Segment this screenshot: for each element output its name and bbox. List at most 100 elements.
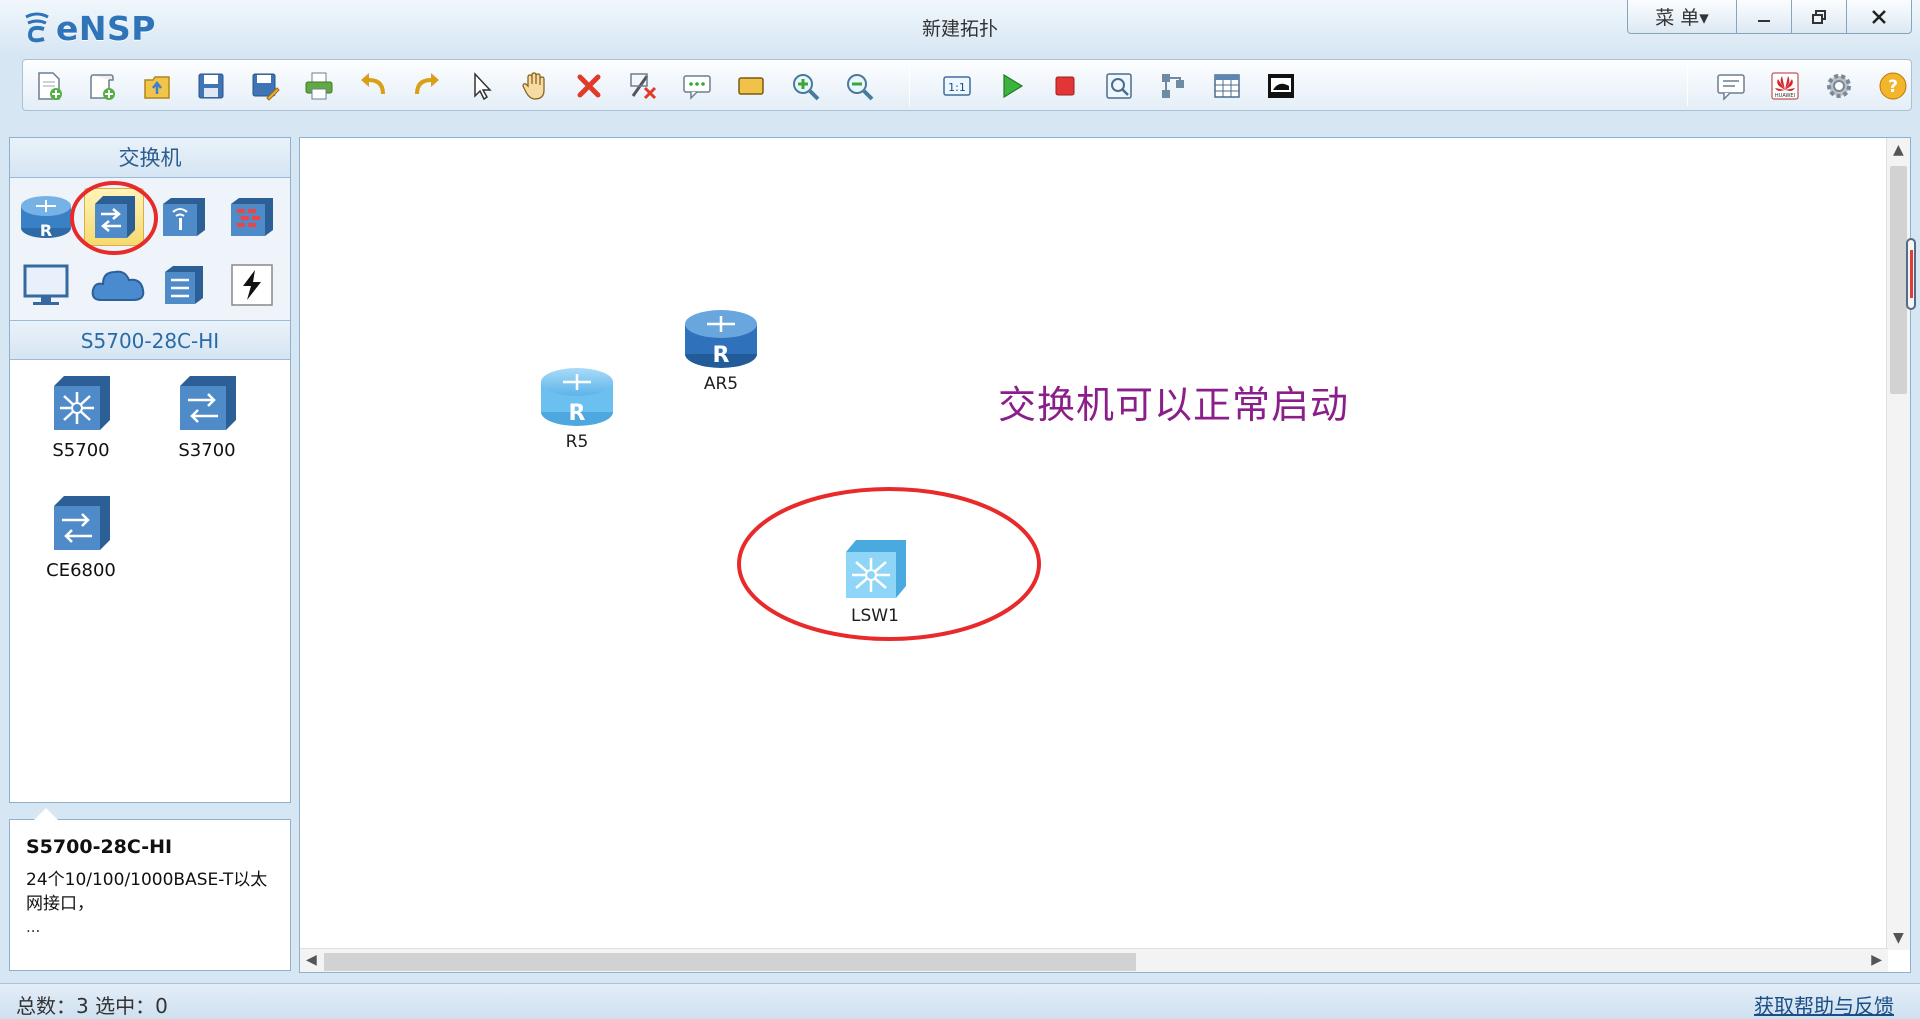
- device-ar5[interactable]: R AR5: [680, 304, 762, 394]
- canvas-annotation-text[interactable]: 交换机可以正常启动: [998, 374, 1349, 429]
- device-model-list: S5700 S3700 CE6800: [10, 360, 290, 802]
- start-devices-button[interactable]: [993, 68, 1029, 104]
- category-cloud[interactable]: [88, 256, 148, 314]
- scroll-left-icon[interactable]: ◀: [306, 952, 317, 968]
- model-section-title: S5700-28C-HI: [10, 320, 290, 360]
- router-r5-icon: R: [541, 368, 613, 426]
- model-ce6800[interactable]: CE6800: [26, 492, 136, 581]
- undo-button[interactable]: [355, 68, 391, 104]
- scroll-up-icon[interactable]: ▲: [1893, 142, 1904, 158]
- rectangle-icon: [738, 77, 764, 95]
- toolbar-separator: [909, 66, 910, 106]
- topology-canvas[interactable]: R R5 R AR5 LSW1 交换机可以正常启动 ▲ ▼ ◀ ▶: [299, 137, 1911, 973]
- vertical-scroll-thumb[interactable]: [1890, 166, 1907, 394]
- device-label: LSW1: [851, 606, 899, 626]
- category-wireless[interactable]: [154, 188, 214, 246]
- new-topology-icon: [38, 72, 62, 100]
- horizontal-scroll-thumb[interactable]: [324, 953, 1136, 971]
- menu-button[interactable]: 菜 单▾: [1627, 0, 1737, 34]
- open-button[interactable]: [139, 68, 175, 104]
- horizontal-scrollbar[interactable]: ◀ ▶: [300, 948, 1888, 972]
- model-label: S3700: [178, 440, 236, 461]
- router-icon: R: [21, 196, 71, 240]
- model-label: S5700: [52, 440, 110, 461]
- info-title: S5700-28C-HI: [26, 836, 173, 858]
- pc-terminal-icon: [23, 264, 69, 305]
- category-switch[interactable]: [84, 188, 144, 246]
- device-r5[interactable]: R R5: [536, 362, 618, 452]
- info-pointer: [34, 808, 58, 820]
- zoom-out-button[interactable]: [841, 68, 877, 104]
- new-lab-icon: [90, 74, 115, 100]
- status-bar: 总数：3 选中：0 获取帮助与反馈: [0, 983, 1920, 1019]
- s3700-switch-icon: [180, 376, 236, 430]
- category-terminal[interactable]: [16, 256, 76, 314]
- category-connection[interactable]: [222, 256, 282, 314]
- topology-button[interactable]: [1155, 68, 1191, 104]
- rectangle-button[interactable]: [733, 68, 769, 104]
- model-s5700[interactable]: S5700: [26, 372, 136, 461]
- undo-icon: [361, 73, 385, 95]
- router-ar5-icon: R: [685, 310, 757, 368]
- settings-icon: [1827, 74, 1851, 98]
- minimize-icon: [1758, 19, 1770, 22]
- zoom-out-icon: [847, 74, 874, 101]
- huawei-icon: HUAWEI: [1771, 72, 1799, 100]
- device-label: R5: [565, 432, 589, 452]
- settings-button[interactable]: [1821, 68, 1857, 104]
- category-router[interactable]: R: [16, 188, 76, 246]
- switch-icon: [95, 196, 135, 238]
- device-category-grid: R: [10, 178, 290, 320]
- new-topology-button[interactable]: [31, 68, 67, 104]
- category-firewall[interactable]: [222, 188, 282, 246]
- info-description: 24个10/100/1000BASE-T以太网接口，: [26, 870, 268, 914]
- save-as-button[interactable]: [247, 68, 283, 104]
- cloud-icon: [91, 270, 145, 301]
- feedback-icon: [1717, 74, 1745, 101]
- save-icon: [198, 73, 224, 99]
- side-panel-handle[interactable]: [1906, 238, 1916, 310]
- device-lsw1[interactable]: LSW1: [834, 536, 916, 626]
- help-feedback-link[interactable]: 获取帮助与反馈: [1754, 990, 1894, 1019]
- main-toolbar: 1:1 HUAWEI ?: [22, 59, 1912, 111]
- text-annotation-button[interactable]: [679, 68, 715, 104]
- huawei-button[interactable]: HUAWEI: [1767, 68, 1803, 104]
- delete-link-button[interactable]: [625, 68, 661, 104]
- print-button[interactable]: [301, 68, 337, 104]
- wireless-icon: [163, 198, 205, 236]
- fit-view-button[interactable]: 1:1: [939, 68, 975, 104]
- capture-button[interactable]: [1101, 68, 1137, 104]
- grid-button[interactable]: [1209, 68, 1245, 104]
- select-button[interactable]: [463, 68, 499, 104]
- help-icon: ?: [1879, 72, 1907, 100]
- help-button[interactable]: ?: [1875, 68, 1911, 104]
- lightning-cable-icon: [231, 264, 273, 306]
- pan-hand-button[interactable]: [517, 68, 553, 104]
- minimize-button[interactable]: [1736, 0, 1792, 34]
- s5700-switch-icon: [54, 376, 110, 430]
- start-devices-icon: [1003, 73, 1024, 99]
- status-counts: 总数：3 选中：0: [16, 994, 168, 1018]
- display-button[interactable]: [1263, 68, 1299, 104]
- scroll-down-icon[interactable]: ▼: [1893, 930, 1904, 946]
- zoom-in-button[interactable]: [787, 68, 823, 104]
- svg-text:HUAWEI: HUAWEI: [1775, 93, 1795, 99]
- device-info-box: S5700-28C-HI 24个10/100/1000BASE-T以太网接口， …: [9, 808, 291, 971]
- delete-icon: [577, 74, 601, 98]
- category-other-device[interactable]: [154, 256, 214, 314]
- redo-button[interactable]: [409, 68, 445, 104]
- restore-button[interactable]: [1791, 0, 1847, 34]
- scroll-right-icon[interactable]: ▶: [1871, 952, 1882, 968]
- new-lab-button[interactable]: [85, 68, 121, 104]
- firewall-icon: [231, 198, 273, 236]
- switch-lsw1-icon: [846, 540, 906, 598]
- feedback-button[interactable]: [1713, 68, 1749, 104]
- svg-text:R: R: [569, 401, 586, 426]
- hub-icon: [165, 266, 203, 304]
- delete-button[interactable]: [571, 68, 607, 104]
- save-button[interactable]: [193, 68, 229, 104]
- stop-devices-button[interactable]: [1047, 68, 1083, 104]
- model-s3700[interactable]: S3700: [152, 372, 262, 461]
- close-button[interactable]: [1846, 0, 1912, 34]
- svg-text:?: ?: [1888, 77, 1898, 97]
